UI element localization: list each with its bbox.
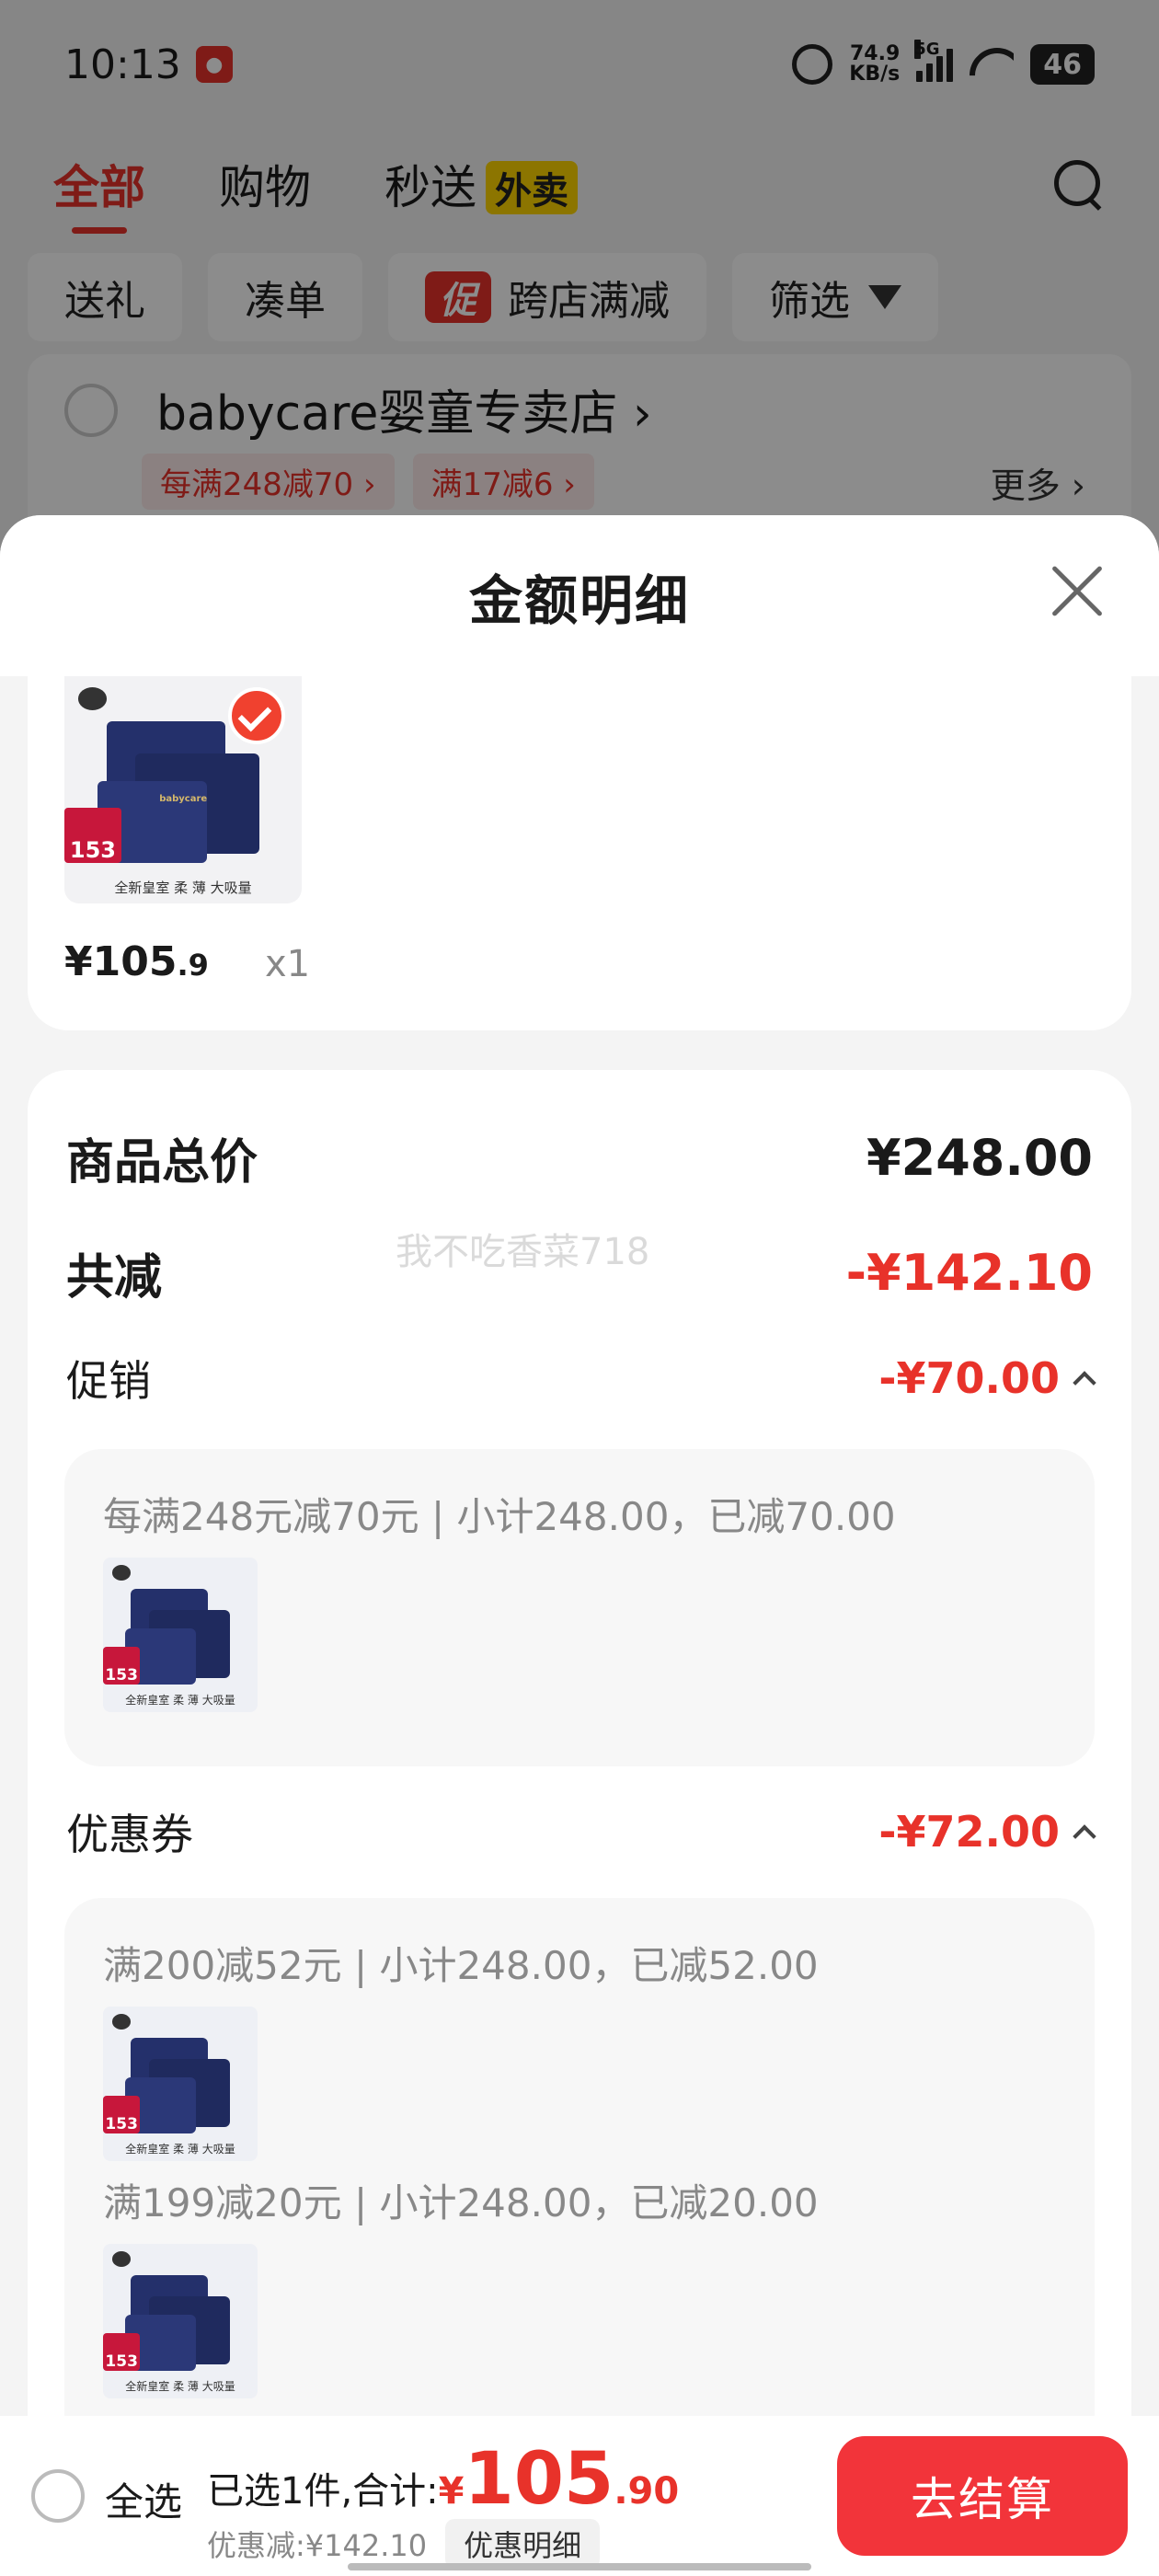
selected-summary: 已选1件,合计: ¥ 105 .90 [207,2444,679,2515]
chevron-up-icon[interactable] [1073,1371,1096,1395]
select-all-radio[interactable] [31,2469,85,2523]
pack-red-tag: 153 [64,808,121,863]
coupon-product-thumb[interactable]: 153 全新皇室 柔 薄 大吸量 [103,2007,258,2161]
reduce-label: 共减 [66,1249,163,1305]
pack-caption: 全新皇室 柔 薄 大吸量 [125,2379,235,2393]
promo-product-thumb[interactable]: 153 全新皇室 柔 薄 大吸量 [103,1558,258,1712]
promo-detail-box: 每满248元减70元 | 小计248.00，已减70.00 153 全新皇室 柔… [64,1449,1095,1766]
pack-red-tag: 153 [103,2333,141,2371]
promo-rule: 每满248元减70元 | 小计248.00，已减70.00 [103,1494,896,1539]
pack-caption: 全新皇室 柔 薄 大吸量 [125,2142,235,2156]
sheet-title: 金额明细 [468,569,690,632]
pack-red-tag: 153 [103,1647,141,1685]
chevron-up-icon[interactable] [1073,1824,1096,1848]
select-all-label[interactable]: 全选 [105,2471,182,2527]
promo-row[interactable]: 促销 -¥70.00 [66,1351,1096,1406]
bottom-bar: 全选 已选1件,合计: ¥ 105 .90 优惠减:¥142.10 优惠明细 去… [0,2416,1159,2576]
brand-logo-icon [78,687,108,711]
discount-text: 优惠减:¥142.10 [207,2528,428,2563]
coupon-label: 优惠券 [66,1810,193,1859]
product-price-main: ¥105 [64,938,178,985]
total-value: ¥248.00 [866,1128,1093,1187]
close-icon[interactable] [1049,563,1106,620]
coupon-product-thumb[interactable]: 153 全新皇室 柔 薄 大吸量 [103,2244,258,2398]
diaper-pack-image: 153 全新皇室 柔 薄 大吸量 [103,1558,258,1712]
pack-caption: 全新皇室 柔 薄 大吸量 [125,1693,235,1707]
home-indicator[interactable] [348,2563,811,2570]
brand-logo-icon [112,1565,132,1581]
coupon-row[interactable]: 优惠券 -¥72.00 [66,1804,1096,1859]
product-quantity: x1 [265,943,311,985]
brand-logo-icon [112,2014,132,2030]
reduce-value: -¥142.10 [845,1243,1093,1302]
coupon-rule: 满200减52元 | 小计248.00，已减52.00 [103,1943,819,1988]
total-label: 商品总价 [66,1134,258,1190]
pack-red-tag: 153 [103,2096,141,2133]
total-row: 商品总价 ¥248.00 [66,1125,1093,1190]
amount-detail-sheet: 金额明细 babycare 153 全新皇室 柔 薄 大吸量 ¥105.9 x1… [0,515,1159,2576]
pack-caption: 全新皇室 柔 薄 大吸量 [114,879,252,896]
total-decimal: .90 [614,2470,680,2513]
sheet-header: 金额明细 [0,515,1159,676]
checkout-button[interactable]: 去结算 [837,2436,1128,2556]
product-price-decimal: .9 [177,948,209,983]
total-currency: ¥ [438,2470,465,2513]
promo-value: -¥70.00 [878,1353,1060,1403]
price-detail-card: 商品总价 ¥248.00 共减 -¥142.10 促销 -¥70.00 每满24… [28,1070,1131,2576]
discount-line: 优惠减:¥142.10 优惠明细 [207,2519,601,2569]
brand-logo-icon [112,2251,132,2268]
product-card: babycare 153 全新皇室 柔 薄 大吸量 ¥105.9 x1 [28,676,1131,1030]
total-integer: 105 [464,2438,614,2521]
pack-brand: babycare [159,794,208,805]
diaper-pack-image: 153 全新皇室 柔 薄 大吸量 [103,2007,258,2161]
product-price: ¥105.9 [64,938,209,985]
diaper-pack-image: 153 全新皇室 柔 薄 大吸量 [103,2244,258,2398]
promo-label: 促销 [66,1356,151,1406]
watermark: 我不吃香菜718 [396,1231,650,1273]
discount-detail-button[interactable]: 优惠明细 [445,2519,601,2569]
selected-text: 已选1件,合计: [207,2470,439,2513]
coupon-rule: 满199减20元 | 小计248.00，已减20.00 [103,2180,819,2225]
coupon-value: -¥72.00 [878,1807,1060,1857]
selected-check-icon[interactable] [228,687,285,744]
